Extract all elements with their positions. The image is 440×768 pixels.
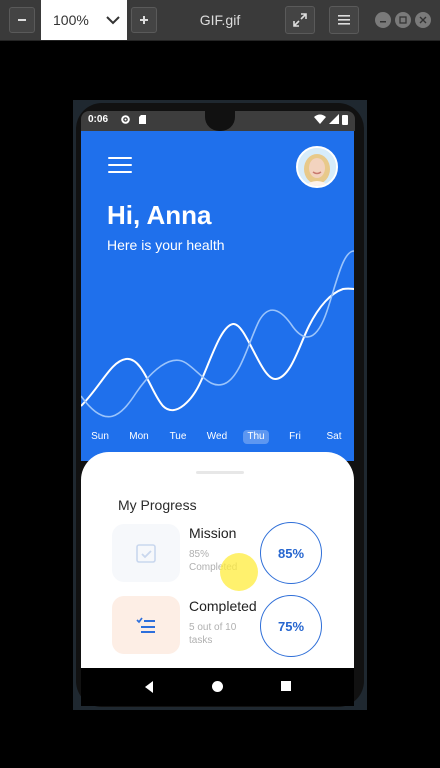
recents-icon[interactable]	[280, 680, 292, 692]
day-tab-tue[interactable]: Tue	[163, 430, 193, 444]
signal-icon	[329, 114, 340, 129]
menu-icon[interactable]	[108, 157, 132, 175]
close-window-button[interactable]	[415, 12, 431, 28]
zoom-out-button[interactable]	[9, 7, 35, 33]
day-tab-wed[interactable]: Wed	[202, 430, 232, 444]
day-tab-fri[interactable]: Fri	[280, 430, 310, 444]
task-list-icon	[136, 617, 155, 633]
home-icon[interactable]	[211, 680, 224, 693]
mission-progress-ring: 85%	[260, 522, 322, 584]
avatar[interactable]	[296, 146, 338, 188]
completed-percent: 75%	[277, 618, 305, 634]
expand-icon	[293, 13, 307, 27]
hamburger-menu-icon	[338, 15, 350, 25]
greeting-subtitle: Here is your health	[107, 237, 225, 253]
chevron-down-icon	[106, 16, 120, 25]
menu-button[interactable]	[329, 6, 359, 34]
profile-photo	[298, 148, 336, 186]
zoom-level-value: 100%	[53, 12, 89, 28]
window-maximize-icon	[399, 16, 407, 24]
completed-subtitle: 5 out of 10 tasks	[189, 622, 237, 646]
zoom-in-button[interactable]	[131, 7, 157, 33]
minimize-window-button[interactable]	[375, 12, 391, 28]
camera-notch	[205, 105, 235, 131]
sheet-drag-handle[interactable]	[196, 471, 244, 474]
progress-section-title: My Progress	[118, 497, 197, 513]
completed-progress-ring: 75%	[260, 595, 322, 657]
completed-title: Completed	[189, 598, 257, 614]
touch-indicator	[220, 553, 258, 591]
day-tab-thu[interactable]: Thu	[243, 430, 269, 444]
day-tab-sat[interactable]: Sat	[319, 430, 349, 444]
window-minimize-icon	[380, 21, 386, 23]
completed-icon-tile[interactable]	[112, 596, 180, 654]
settings-status-icon	[120, 114, 131, 129]
back-icon[interactable]	[143, 680, 155, 694]
plus-icon	[140, 16, 148, 24]
day-tab-sun[interactable]: Sun	[85, 430, 115, 444]
wifi-icon	[314, 114, 326, 129]
zoom-level-select[interactable]: 100%	[41, 0, 127, 40]
mission-title: Mission	[189, 525, 237, 541]
maximize-window-button[interactable]	[395, 12, 411, 28]
status-time: 0:06	[88, 114, 109, 125]
minus-icon	[18, 19, 26, 21]
sim-card-icon	[138, 114, 147, 129]
mission-percent: 85%	[277, 545, 305, 561]
secondary-wave-line	[81, 250, 354, 418]
primary-wave-line	[81, 287, 354, 412]
fullscreen-button[interactable]	[285, 6, 315, 34]
calendar-check-icon	[136, 544, 156, 563]
close-icon	[419, 16, 427, 24]
battery-icon	[342, 114, 348, 129]
greeting-title: Hi, Anna	[107, 200, 212, 230]
mission-icon-tile[interactable]	[112, 524, 180, 582]
viewer-toolbar: 100% GIF.gif	[0, 0, 440, 41]
day-tab-mon[interactable]: Mon	[124, 430, 154, 444]
